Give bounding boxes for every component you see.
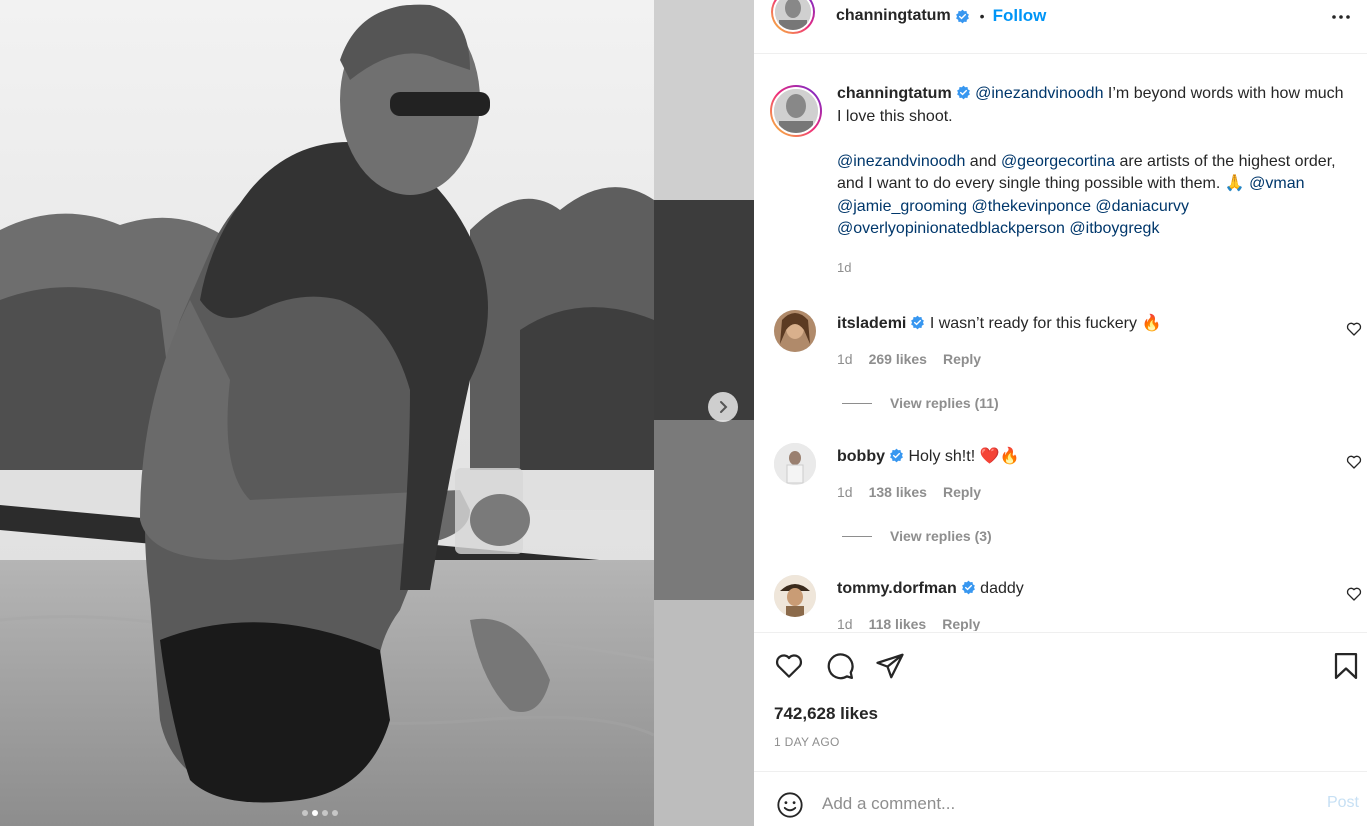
comment-text: daddy [980,580,1024,597]
commenter-avatar[interactable] [774,443,816,485]
carousel-next-button[interactable] [708,392,738,422]
save-button[interactable] [1331,651,1361,681]
carousel-dot [312,810,318,816]
verified-badge-icon [956,85,970,100]
carousel-dot [322,810,328,816]
caption-mention-link[interactable]: @thekevinponce [972,198,1091,215]
post-media [0,0,754,826]
commenter-avatar[interactable] [774,575,816,617]
comment-item: bobby Holy sh!t! ❤️🔥 1d 138 likes Reply [774,443,1364,503]
chevron-right-icon [720,401,728,413]
comment-reply-button[interactable]: Reply [943,351,981,367]
comments-list[interactable]: channingtatum @inezandvinoodh I’m beyond… [754,55,1367,631]
carousel-dot [332,810,338,816]
comment-text-line: itslademi I wasn’t ready for this fucker… [837,313,1161,335]
commenter-avatar[interactable] [774,310,816,352]
heart-icon [1346,322,1362,336]
comment-username[interactable]: itslademi [837,315,906,332]
comment-button[interactable] [825,651,855,681]
view-replies-label: View replies (11) [890,395,999,411]
comment-time: 1d [837,484,853,500]
verified-badge-icon [911,315,925,330]
caption-username[interactable]: channingtatum [837,85,952,102]
post-comment-button[interactable]: Post [1327,794,1359,812]
comment-like-button[interactable] [1346,321,1362,337]
comment-meta: 1d 118 likes Reply [837,616,980,631]
caption-mention-link[interactable]: @overlyopinionatedblackperson [837,220,1065,237]
share-button[interactable] [875,651,905,681]
post-side-panel: channingtatum • Follow channingtatum @in… [754,0,1367,826]
post-header: channingtatum • Follow [754,0,1367,54]
paper-plane-icon [876,653,904,679]
comment-text: I wasn’t ready for this fuckery 🔥 [929,315,1162,332]
caption-text: channingtatum @inezandvinoodh I’m beyond… [837,83,1347,279]
carousel-dot [302,810,308,816]
more-options-button[interactable] [1329,5,1353,29]
comment-text-line: bobby Holy sh!t! ❤️🔥 [837,446,1019,468]
comment-composer: Post [754,771,1367,826]
verified-badge-icon [890,448,903,463]
caption-timestamp: 1d [837,259,852,275]
comment-bubble-icon [827,653,854,680]
follow-button[interactable]: Follow [993,6,1047,26]
comment-input[interactable] [822,790,1282,818]
caption-mention-link[interactable]: @vman [1249,175,1304,192]
heart-icon [1346,587,1362,601]
header-user-row: channingtatum • Follow [836,5,1046,27]
post-photo[interactable] [0,0,654,826]
view-replies-label: View replies (3) [890,528,992,544]
comment-text-line: tommy.dorfman daddy [837,578,1024,600]
caption-mention-link[interactable]: @georgecortina [1001,153,1115,170]
comment-time: 1d [837,351,853,367]
heart-icon [1346,455,1362,469]
author-avatar[interactable] [771,0,815,34]
comment-time: 1d [837,616,853,631]
caption-body: @inezandvinoodh I’m beyond words with ho… [837,85,1344,237]
caption-mention-link[interactable]: @jamie_grooming [837,198,967,215]
more-horizontal-icon [1332,15,1350,19]
replies-divider-line [842,402,872,404]
likes-count[interactable]: 742,628 likes [774,704,878,724]
comment-reply-button[interactable]: Reply [943,484,981,500]
comment-likes[interactable]: 138 likes [869,484,927,500]
post-actions: 742,628 likes 1 DAY AGO [754,632,1367,772]
caption-mention-link[interactable]: @daniacurvy [1095,198,1189,215]
view-replies-button[interactable]: View replies (11) [842,395,999,411]
comment-meta: 1d 138 likes Reply [837,484,981,500]
comment-like-button[interactable] [1346,586,1362,602]
comment-username[interactable]: bobby [837,448,885,465]
caption-mention-link[interactable]: @itboygregk [1069,220,1159,237]
comment-text: Holy sh!t! ❤️🔥 [908,448,1020,465]
comment-item: itslademi I wasn’t ready for this fucker… [774,310,1364,370]
comment-reply-button[interactable]: Reply [942,616,980,631]
author-username[interactable]: channingtatum [836,7,951,25]
verified-badge-icon [961,580,975,595]
emoji-picker-button[interactable] [776,791,804,819]
like-button[interactable] [774,651,804,681]
replies-divider-line [842,535,872,537]
post-timestamp: 1 DAY AGO [774,735,840,749]
heart-icon [775,654,803,678]
comment-meta: 1d 269 likes Reply [837,351,981,367]
comment-likes[interactable]: 269 likes [869,351,927,367]
caption-text-segment: and [965,152,1001,170]
header-bullet: • [979,8,985,24]
comment-like-button[interactable] [1346,454,1362,470]
view-replies-button[interactable]: View replies (3) [842,528,992,544]
carousel-indicator [302,810,338,816]
smiley-icon [777,792,803,818]
caption-mention-link[interactable]: @inezandvinoodh [975,85,1103,102]
bookmark-icon [1334,653,1358,679]
caption-mention-link[interactable]: @inezandvinoodh [837,153,965,170]
next-slide-preview [654,0,754,826]
comment-username[interactable]: tommy.dorfman [837,580,957,597]
comment-item: tommy.dorfman daddy 1d 118 likes Reply [774,575,1364,631]
caption-author-avatar[interactable] [770,85,822,137]
verified-badge-icon [955,9,969,23]
comment-likes[interactable]: 118 likes [869,616,927,631]
